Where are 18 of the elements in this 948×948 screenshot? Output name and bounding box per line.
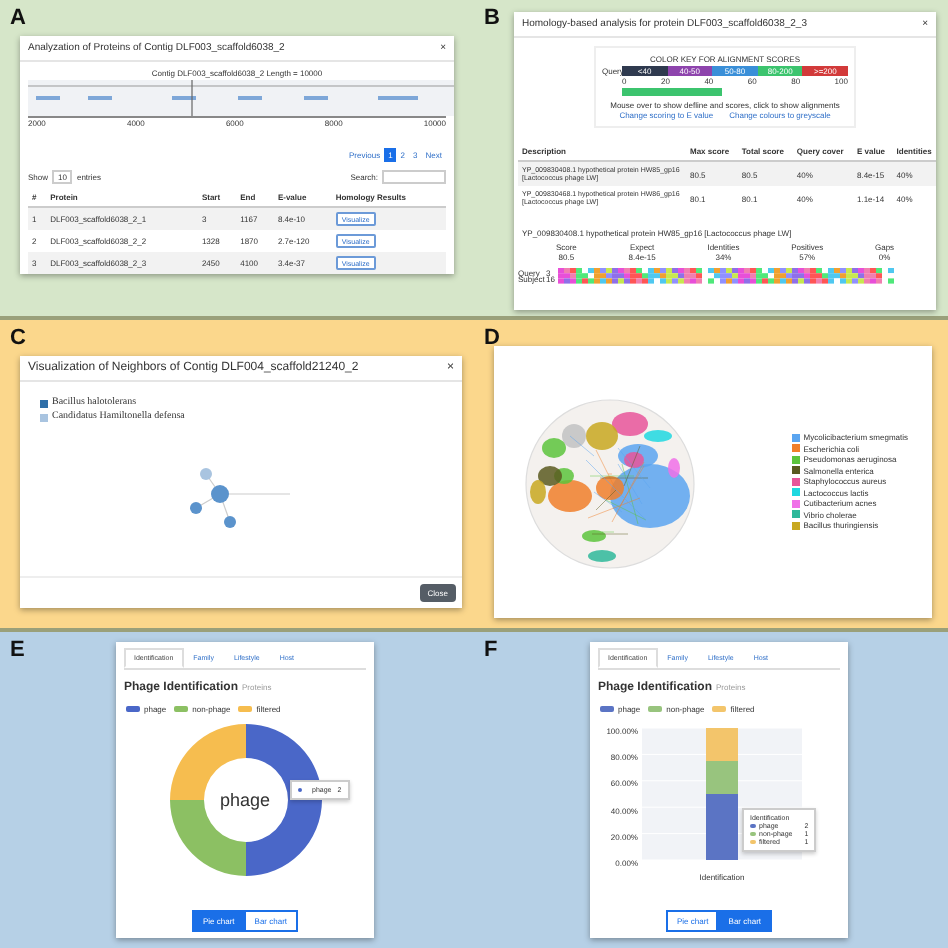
legend-swatch[interactable]: [174, 705, 189, 713]
legend-swatch[interactable]: [238, 705, 253, 713]
donut-center-label: phage: [219, 790, 271, 810]
legend-swatch[interactable]: [600, 705, 614, 713]
hit-bar[interactable]: [622, 88, 722, 96]
panel-letter: A: [10, 6, 26, 30]
legend-swatch[interactable]: [648, 705, 663, 713]
panel-letter: E: [10, 638, 25, 662]
panel-letter: D: [484, 326, 500, 350]
panel-letter: F: [484, 638, 498, 662]
legend-swatch[interactable]: [126, 705, 140, 713]
legend-swatch[interactable]: [712, 705, 727, 713]
bar-segment[interactable]: [706, 794, 738, 860]
panel-letter: C: [10, 326, 26, 350]
search-field[interactable]: [382, 170, 446, 184]
panel-letter: B: [484, 6, 500, 30]
bar-segment[interactable]: [706, 728, 738, 761]
bar-segment[interactable]: [706, 761, 738, 794]
